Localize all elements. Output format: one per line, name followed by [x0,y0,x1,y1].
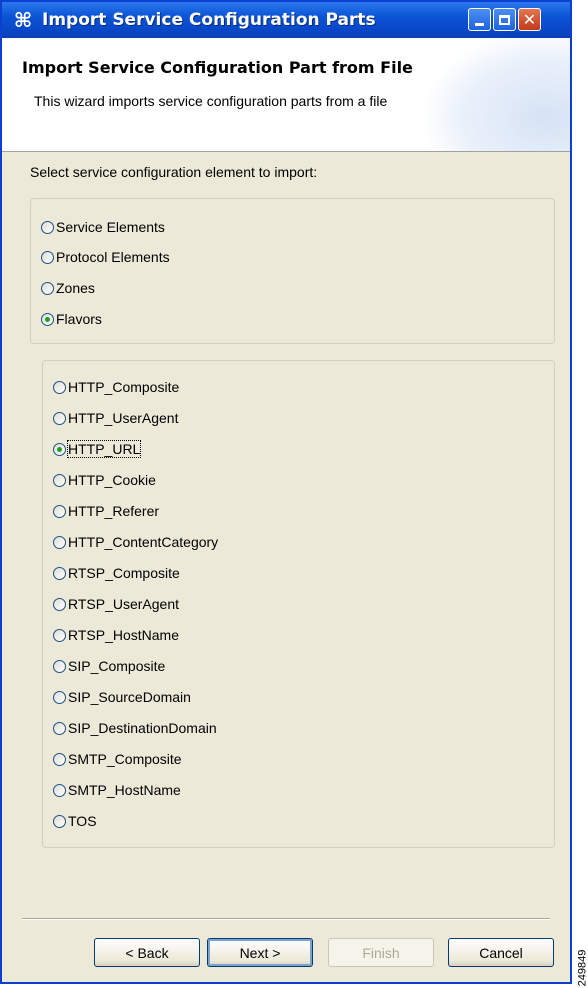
window-title: Import Service Configuration Parts [42,10,376,30]
radio-label: HTTP_Composite [68,379,180,395]
radio-button-icon [53,628,66,642]
radio-zones[interactable]: Zones [41,278,95,298]
radio-rtsp-useragent[interactable]: RTSP_UserAgent [53,594,179,614]
radio-button-icon [53,380,66,394]
radio-button-icon [53,535,66,549]
figure-id: 249849 [576,949,588,987]
radio-button-icon [53,504,66,518]
finish-button: Finish [328,938,434,967]
maximize-button[interactable] [493,8,516,31]
cancel-button[interactable]: Cancel [448,938,554,967]
radio-button-icon [53,814,66,828]
radio-label: RTSP_HostName [68,627,180,643]
next-button[interactable]: Next > [207,938,313,967]
flavor-list-group: HTTP_Composite HTTP_UserAgent HTTP_URL H… [42,360,555,848]
radio-smtp-composite[interactable]: SMTP_Composite [53,749,182,769]
radio-button-checked-icon [53,442,66,456]
wizard-page-description: This wizard imports service configuratio… [34,93,388,109]
minimize-icon [475,23,484,26]
radio-label: SMTP_HostName [68,782,181,798]
radio-button-icon [53,411,66,425]
title-bar[interactable]: ⌘ Import Service Configuration Parts ✕ [2,2,570,38]
radio-label: HTTP_Cookie [68,472,156,488]
radio-label: SIP_SourceDomain [68,689,191,705]
radio-button-icon [53,597,66,611]
wizard-content: Select service configuration element to … [2,152,570,982]
radio-label: Zones [56,280,95,296]
radio-sip-destinationdomain[interactable]: SIP_DestinationDomain [53,718,217,738]
radio-label: Flavors [56,311,102,327]
close-button[interactable]: ✕ [518,8,541,31]
radio-label: HTTP_Referer [68,503,160,519]
radio-button-icon [53,721,66,735]
import-wizard-window: ⌘ Import Service Configuration Parts ✕ I… [0,0,572,984]
radio-label: SIP_Composite [68,658,166,674]
figure-id-text: 249849 [576,949,588,987]
select-element-prompt: Select service configuration element to … [30,164,318,180]
radio-button-icon [41,220,54,234]
maximize-icon [499,14,510,25]
radio-button-icon [53,473,66,487]
radio-button-icon [53,783,66,797]
element-type-group: Service Elements Protocol Elements Zones… [30,198,555,344]
radio-label: TOS [68,813,97,829]
radio-sip-composite[interactable]: SIP_Composite [53,656,165,676]
radio-service-elements[interactable]: Service Elements [41,217,165,237]
wizard-banner: Import Service Configuration Part from F… [2,38,570,152]
radio-label: HTTP_URL [66,440,142,458]
radio-http-referer[interactable]: HTTP_Referer [53,501,159,521]
radio-button-icon [41,250,54,264]
cisco-command-icon: ⌘ [13,8,33,32]
radio-label: Service Elements [56,219,165,235]
minimize-button[interactable] [468,8,491,31]
radio-http-cookie[interactable]: HTTP_Cookie [53,470,156,490]
radio-http-url[interactable]: HTTP_URL [53,439,142,459]
radio-label: HTTP_UserAgent [68,410,179,426]
radio-tos[interactable]: TOS [53,811,97,831]
radio-button-icon [53,659,66,673]
close-icon: ✕ [522,9,537,29]
radio-http-useragent[interactable]: HTTP_UserAgent [53,408,178,428]
radio-smtp-hostname[interactable]: SMTP_HostName [53,780,181,800]
wizard-page-title: Import Service Configuration Part from F… [22,58,413,77]
radio-flavors[interactable]: Flavors [41,309,102,329]
radio-rtsp-composite[interactable]: RTSP_Composite [53,563,180,583]
radio-label: Protocol Elements [56,249,170,265]
radio-protocol-elements[interactable]: Protocol Elements [41,247,170,267]
radio-label: SIP_DestinationDomain [68,720,217,736]
radio-button-icon [41,281,54,295]
radio-label: RTSP_UserAgent [68,596,180,612]
radio-button-icon [53,566,66,580]
radio-http-composite[interactable]: HTTP_Composite [53,377,179,397]
radio-button-icon [53,752,66,766]
banner-decoration [420,38,570,151]
radio-sip-sourcedomain[interactable]: SIP_SourceDomain [53,687,191,707]
radio-button-checked-icon [41,312,54,326]
radio-http-contentcategory[interactable]: HTTP_ContentCategory [53,532,218,552]
radio-rtsp-hostname[interactable]: RTSP_HostName [53,625,179,645]
radio-button-icon [53,690,66,704]
radio-label: RTSP_Composite [68,565,180,581]
button-bar-separator [22,918,550,920]
back-button[interactable]: < Back [94,938,200,967]
radio-label: HTTP_ContentCategory [68,534,219,550]
radio-label: SMTP_Composite [68,751,182,767]
